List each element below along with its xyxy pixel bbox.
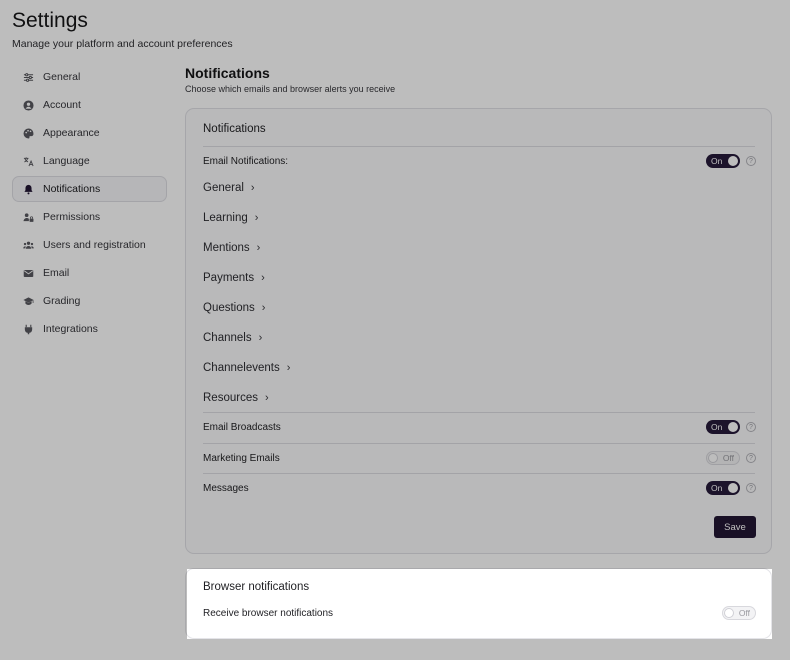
- toggle-state-text: On: [711, 483, 723, 493]
- toggle-knob: [708, 453, 718, 463]
- category-general[interactable]: General ›: [203, 182, 255, 194]
- card-title: Notifications: [203, 123, 266, 135]
- marketing-emails-label: Marketing Emails: [203, 453, 280, 464]
- user-lock-icon: [22, 211, 34, 223]
- help-icon[interactable]: ?: [746, 156, 756, 166]
- sidebar-item-label: Permissions: [43, 211, 101, 223]
- messages-toggle[interactable]: On: [706, 481, 740, 495]
- sidebar-item-label: Notifications: [43, 183, 101, 195]
- mail-icon: [22, 267, 34, 279]
- email-broadcasts-label: Email Broadcasts: [203, 422, 281, 433]
- sidebar-item-general[interactable]: General: [12, 64, 167, 90]
- marketing-emails-toggle[interactable]: Off: [706, 451, 740, 465]
- sidebar-item-account[interactable]: Account: [12, 92, 167, 118]
- category-learning[interactable]: Learning ›: [203, 212, 258, 224]
- section-subtitle: Choose which emails and browser alerts y…: [185, 84, 396, 94]
- category-label: Channels: [203, 332, 252, 344]
- toggle-state-text: Off: [738, 608, 750, 618]
- overlay-left: [0, 569, 187, 639]
- sidebar-item-label: Email: [43, 267, 70, 279]
- toggle-knob: [728, 483, 738, 493]
- divider: [203, 146, 755, 147]
- chevron-right-icon: ›: [261, 272, 265, 284]
- sidebar-item-label: Users and registration: [43, 239, 146, 251]
- page-title: Settings: [12, 9, 88, 32]
- overlay-right: [772, 569, 790, 639]
- help-icon[interactable]: ?: [746, 483, 756, 493]
- graduation-cap-icon: [22, 295, 34, 307]
- chevron-right-icon: ›: [250, 182, 255, 194]
- category-resources[interactable]: Resources ›: [203, 392, 269, 404]
- divider: [203, 412, 755, 413]
- category-questions[interactable]: Questions ›: [203, 302, 265, 314]
- chevron-right-icon: ›: [258, 332, 263, 344]
- sidebar-item-label: General: [43, 71, 81, 83]
- sidebar-item-notifications[interactable]: Notifications: [12, 176, 167, 202]
- toggle-knob: [724, 608, 734, 618]
- card-title: Browser notifications: [203, 581, 310, 593]
- browser-notifications-toggle[interactable]: Off: [722, 606, 756, 620]
- email-notifications-toggle[interactable]: On: [706, 154, 740, 168]
- category-label: Payments: [203, 272, 255, 284]
- section-title: Notifications: [185, 65, 270, 81]
- category-mentions[interactable]: Mentions ›: [203, 242, 260, 254]
- sidebar-item-label: Language: [43, 155, 90, 167]
- chevron-right-icon: ›: [264, 392, 269, 404]
- chevron-right-icon: ›: [254, 212, 259, 224]
- help-icon[interactable]: ?: [746, 422, 756, 432]
- email-notifications-label: Email Notifications:: [203, 156, 289, 167]
- sidebar-item-integrations[interactable]: Integrations: [12, 316, 167, 342]
- plug-icon: [22, 323, 34, 335]
- sliders-icon: [22, 71, 34, 83]
- email-notifications-card: Notifications Email Notifications: On ? …: [185, 108, 772, 554]
- sidebar-item-email[interactable]: Email: [12, 260, 167, 286]
- sidebar-item-label: Integrations: [43, 323, 98, 335]
- page-subtitle: Manage your platform and account prefere…: [12, 38, 233, 50]
- help-icon[interactable]: ?: [746, 453, 756, 463]
- browser-notifications-card: Browser notifications Receive browser no…: [185, 568, 772, 639]
- sidebar-item-users-and-registration[interactable]: Users and registration: [12, 232, 167, 258]
- users-icon: [22, 239, 34, 251]
- divider: [203, 443, 755, 444]
- category-label: Questions: [203, 302, 255, 314]
- category-payments[interactable]: Payments ›: [203, 272, 265, 284]
- category-label: Channelevents: [203, 362, 280, 374]
- toggle-state-text: On: [711, 422, 723, 432]
- divider: [203, 473, 755, 474]
- translate-icon: [22, 155, 34, 167]
- messages-label: Messages: [203, 483, 249, 494]
- sidebar: General Account Appearance Language Noti…: [12, 64, 167, 344]
- receive-browser-notifications-label: Receive browser notifications: [203, 608, 334, 619]
- sidebar-item-permissions[interactable]: Permissions: [12, 204, 167, 230]
- settings-page: Settings Manage your platform and accoun…: [0, 0, 790, 660]
- palette-icon: [22, 127, 34, 139]
- chevron-right-icon: ›: [261, 302, 266, 314]
- category-channelevents[interactable]: Channelevents ›: [203, 362, 290, 374]
- toggle-state-text: On: [711, 156, 723, 166]
- category-channels[interactable]: Channels ›: [203, 332, 262, 344]
- user-circle-icon: [22, 99, 34, 111]
- category-label: General: [203, 182, 244, 194]
- toggle-state-text: Off: [722, 453, 734, 463]
- email-broadcasts-toggle[interactable]: On: [706, 420, 740, 434]
- category-label: Learning: [203, 212, 248, 224]
- category-label: Mentions: [203, 242, 250, 254]
- chevron-right-icon: ›: [286, 362, 291, 374]
- sidebar-item-label: Account: [43, 99, 81, 111]
- category-label: Resources: [203, 392, 258, 404]
- save-button[interactable]: Save: [714, 516, 756, 538]
- sidebar-item-language[interactable]: Language: [12, 148, 167, 174]
- sidebar-item-appearance[interactable]: Appearance: [12, 120, 167, 146]
- toggle-knob: [728, 422, 738, 432]
- sidebar-item-grading[interactable]: Grading: [12, 288, 167, 314]
- sidebar-item-label: Appearance: [43, 127, 100, 139]
- overlay-bottom: [0, 639, 790, 660]
- sidebar-item-label: Grading: [43, 295, 81, 307]
- toggle-knob: [728, 156, 738, 166]
- bell-icon: [22, 183, 34, 195]
- chevron-right-icon: ›: [256, 242, 261, 254]
